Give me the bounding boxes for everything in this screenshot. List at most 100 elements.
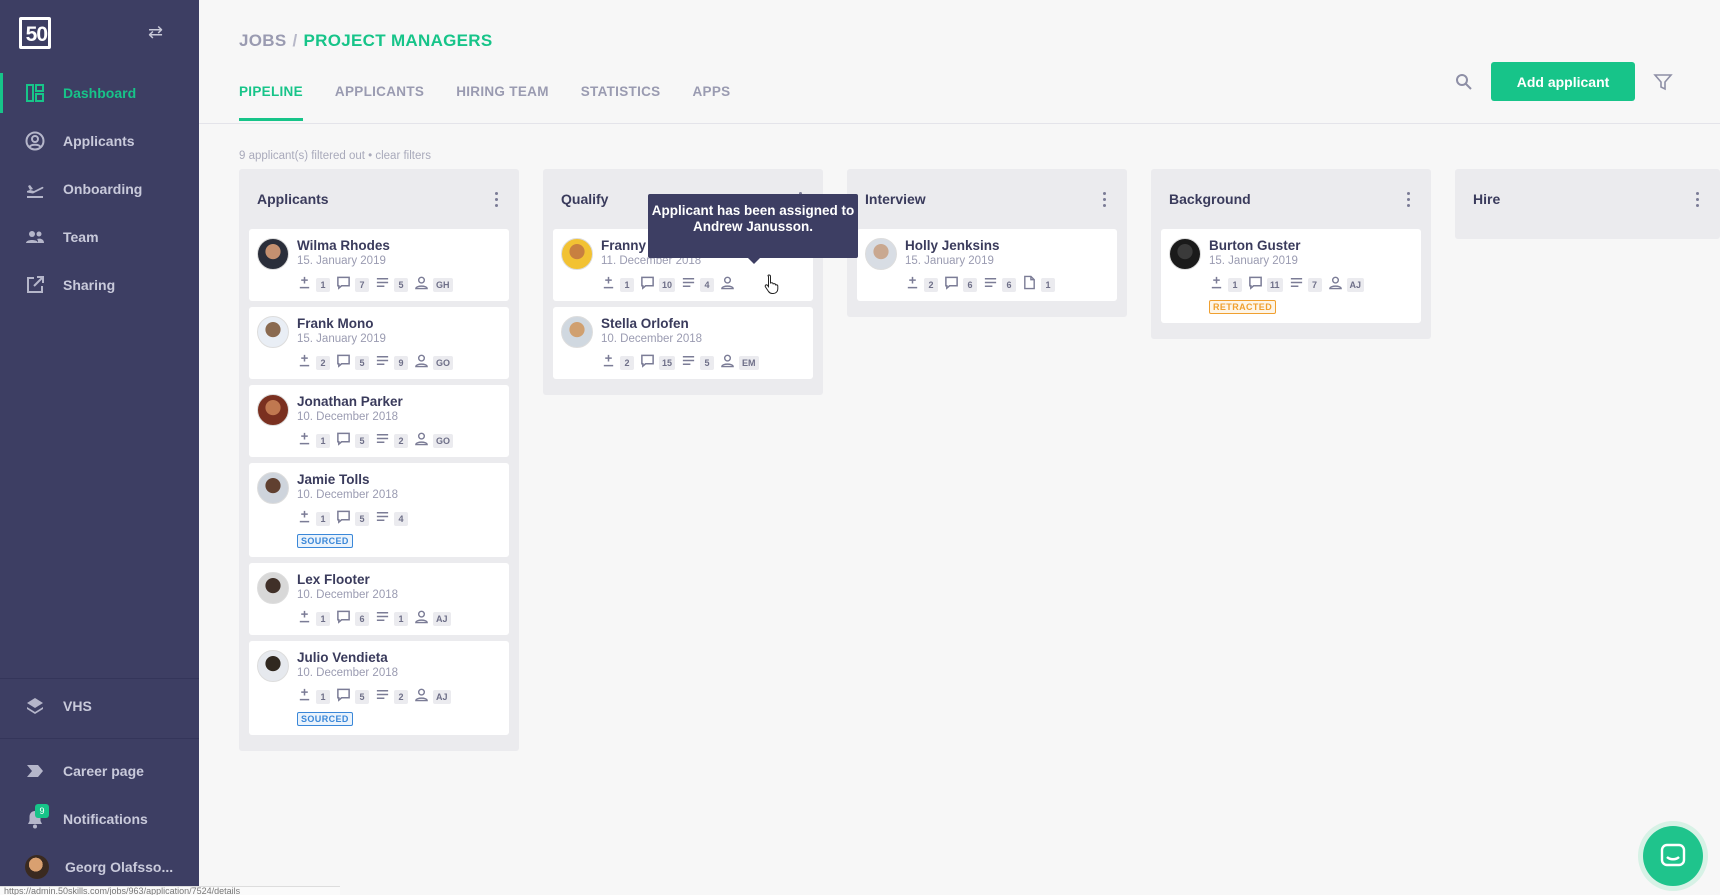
comment-stat: 6 — [336, 609, 369, 629]
notes-count: 7 — [1307, 278, 1322, 292]
card-stats: 1 5 4 — [297, 509, 499, 529]
applicant-card[interactable]: Stella Orlofen 10. December 2018 2 15 5 E… — [553, 307, 813, 379]
assignee-stat[interactable]: EM — [720, 353, 759, 373]
file-icon — [1022, 275, 1037, 295]
applicant-name[interactable]: Burton Guster — [1209, 238, 1411, 254]
tab-statistics[interactable]: STATISTICS — [581, 84, 661, 121]
more-options-icon[interactable] — [489, 189, 503, 209]
applicant-card[interactable]: Wilma Rhodes 15. January 2019 1 7 5 GH — [249, 229, 509, 301]
add-applicant-button[interactable]: Add applicant — [1491, 62, 1635, 101]
notes-stat: 4 — [375, 509, 408, 529]
card-stats: 2 15 5 EM — [601, 353, 803, 373]
assignee-initials: GO — [433, 434, 454, 448]
comment-icon — [336, 509, 351, 529]
vote-count: 2 — [316, 356, 330, 370]
applicant-name[interactable]: Jonathan Parker — [297, 394, 499, 410]
sidebar-item-career-page[interactable]: Career page — [0, 751, 199, 791]
comment-count: 5 — [355, 434, 369, 448]
tab-apps[interactable]: APPS — [692, 84, 730, 121]
column-title: Applicants — [257, 191, 329, 207]
applicant-name[interactable]: Holly Jenksins — [905, 238, 1107, 254]
status-badge: RETRACTED — [1209, 300, 1277, 314]
notes-icon — [375, 687, 390, 707]
assignee-stat[interactable]: AJ — [414, 687, 451, 707]
assignee-stat[interactable] — [720, 275, 735, 295]
dashboard-icon — [26, 84, 44, 102]
switch-arrows-icon[interactable]: ⇄ — [148, 22, 163, 43]
tab-applicants[interactable]: APPLICANTS — [335, 84, 424, 121]
applicant-name[interactable]: Frank Mono — [297, 316, 499, 332]
comment-count: 5 — [355, 690, 369, 704]
notes-count: 2 — [394, 690, 408, 704]
search-icon[interactable] — [1454, 72, 1474, 92]
sidebar-item-team[interactable]: Team — [0, 217, 199, 257]
column-header: Applicants — [249, 169, 509, 229]
sidebar: 50 ⇄ Dashboard Applicants Onboarding Tea… — [0, 0, 199, 895]
chat-icon — [1660, 843, 1686, 867]
notes-count: 6 — [1002, 278, 1016, 292]
comment-count: 11 — [1267, 278, 1283, 292]
assignee-icon — [414, 431, 429, 451]
chat-button[interactable] — [1643, 826, 1703, 886]
notes-icon — [375, 353, 390, 373]
breadcrumb-jobs[interactable]: JOBS — [239, 31, 287, 50]
column-header: Background — [1161, 169, 1421, 229]
more-options-icon[interactable] — [1097, 189, 1111, 209]
logo[interactable]: 50 — [19, 17, 51, 49]
applicant-name[interactable]: Julio Vendieta — [297, 650, 499, 666]
pipeline-column: Background Burton Guster 15. January 201… — [1151, 169, 1431, 339]
notes-count: 4 — [700, 278, 715, 292]
vote-count: 2 — [924, 278, 938, 292]
comment-stat: 5 — [336, 353, 369, 373]
sidebar-item-notifications[interactable]: Notifications — [0, 799, 199, 839]
assignee-icon — [414, 687, 429, 707]
vote-stat: 1 — [1209, 275, 1242, 295]
assignee-stat[interactable]: GO — [414, 431, 454, 451]
tab-bar: PIPELINE APPLICANTS HIRING TEAM STATISTI… — [239, 84, 730, 121]
user-circle-icon — [25, 131, 45, 151]
filter-note[interactable]: 9 applicant(s) filtered out • clear filt… — [239, 150, 431, 162]
applicant-card[interactable]: Lex Flooter 10. December 2018 1 6 1 AJ — [249, 563, 509, 635]
sidebar-item-vhs[interactable]: VHS — [0, 686, 199, 726]
applicant-name[interactable]: Lex Flooter — [297, 572, 499, 588]
avatar — [561, 316, 593, 348]
applicant-card[interactable]: Frank Mono 15. January 2019 2 5 9 GO — [249, 307, 509, 379]
more-options-icon[interactable] — [1690, 189, 1704, 209]
assignee-stat[interactable]: GO — [414, 353, 454, 373]
applicant-card[interactable]: Julio Vendieta 10. December 2018 1 5 2 AJ… — [249, 641, 509, 735]
comment-count: 15 — [659, 356, 676, 370]
sidebar-item-onboarding[interactable]: Onboarding — [0, 169, 199, 209]
applicant-name[interactable]: Wilma Rhodes — [297, 238, 499, 254]
sidebar-item-dashboard[interactable]: Dashboard — [0, 73, 199, 113]
vote-icon — [1209, 275, 1224, 295]
notes-icon — [1289, 275, 1304, 295]
avatar — [865, 238, 897, 270]
applicant-card[interactable]: Jonathan Parker 10. December 2018 1 5 2 G… — [249, 385, 509, 457]
applicant-card[interactable]: Burton Guster 15. January 2019 1 11 7 AJ … — [1161, 229, 1421, 323]
comment-stat: 11 — [1248, 275, 1283, 295]
assignee-stat[interactable]: GH — [414, 275, 453, 295]
sidebar-item-applicants[interactable]: Applicants — [0, 121, 199, 161]
comment-stat: 5 — [336, 687, 369, 707]
applicant-card[interactable]: Jamie Tolls 10. December 2018 1 5 4 SOUR… — [249, 463, 509, 557]
applicant-name[interactable]: Stella Orlofen — [601, 316, 803, 332]
applicant-name[interactable]: Jamie Tolls — [297, 472, 499, 488]
vote-count: 1 — [316, 612, 330, 626]
tab-pipeline[interactable]: PIPELINE — [239, 84, 303, 121]
assignee-stat[interactable]: AJ — [414, 609, 451, 629]
applicant-date: 10. December 2018 — [297, 667, 399, 679]
notes-count: 2 — [394, 434, 408, 448]
assignee-stat[interactable]: AJ — [1328, 275, 1365, 295]
hand-cursor-icon — [764, 274, 779, 294]
sidebar-item-label: Applicants — [63, 133, 135, 149]
sidebar-item-sharing[interactable]: Sharing — [0, 265, 199, 305]
tab-hiring-team[interactable]: HIRING TEAM — [456, 84, 549, 121]
more-options-icon[interactable] — [1401, 189, 1415, 209]
sidebar-item-label: Dashboard — [63, 85, 137, 101]
applicant-card[interactable]: Holly Jenksins 15. January 2019 2 6 6 1 — [857, 229, 1117, 301]
notes-stat: 4 — [681, 275, 715, 295]
assignee-initials: AJ — [433, 612, 451, 626]
sidebar-item-user[interactable]: Georg Olafsso... — [0, 847, 199, 887]
filter-icon[interactable] — [1653, 72, 1673, 92]
card-stats: 1 11 7 AJ — [1209, 275, 1411, 295]
